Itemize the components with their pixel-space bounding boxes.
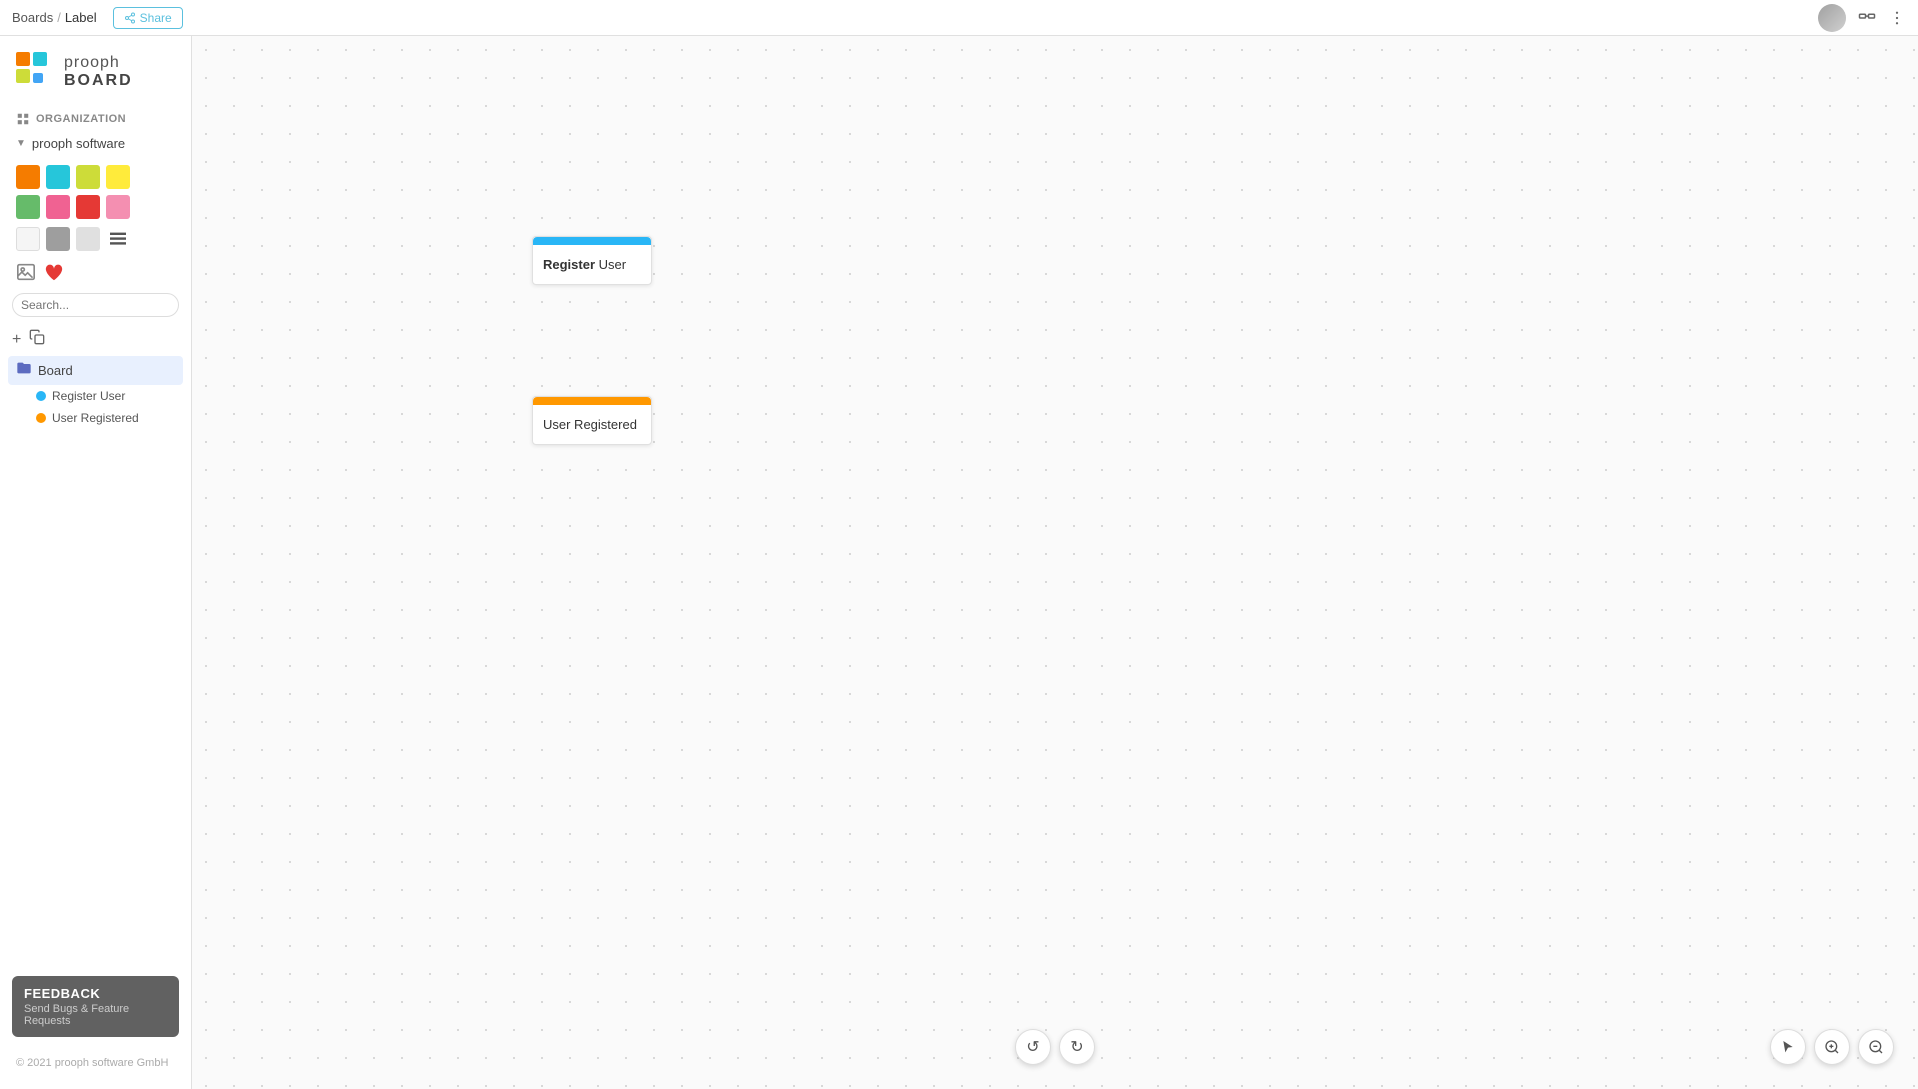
board-child-label-register: Register User <box>52 389 125 403</box>
zoom-in-button[interactable] <box>1814 1029 1850 1065</box>
tool-row <box>0 259 191 289</box>
feedback-title: FEEDBACK <box>24 986 167 1001</box>
folder-icon <box>16 360 32 381</box>
share-label: Share <box>140 11 172 25</box>
redo-button[interactable]: ↻ <box>1059 1029 1095 1065</box>
breadcrumb: Boards / Label <box>12 10 97 25</box>
undo-button[interactable]: ↺ <box>1015 1029 1051 1065</box>
color-swatch-light-grey[interactable] <box>76 227 100 251</box>
logo-prooph: prooph <box>64 54 133 72</box>
zoom-out-button[interactable] <box>1858 1029 1894 1065</box>
sidebar-actions: + <box>0 325 191 354</box>
zoom-out-icon <box>1868 1039 1884 1055</box>
card-text-bold: Register <box>543 257 595 272</box>
canvas-area[interactable]: Register User User Registered ↺ ↻ <box>192 36 1918 1089</box>
color-swatch-grey[interactable] <box>46 227 70 251</box>
org-icon <box>16 112 30 126</box>
card-text-normal: User <box>595 257 626 272</box>
bottom-right-toolbar <box>1770 1029 1894 1065</box>
list-style-button[interactable] <box>110 227 126 251</box>
color-palette <box>0 157 191 227</box>
logo-area: prooph BOARD <box>0 36 191 104</box>
image-tool-button[interactable] <box>16 263 36 281</box>
favorite-button[interactable] <box>44 263 64 281</box>
connection-icon-button[interactable] <box>1858 9 1876 27</box>
color-swatch-teal[interactable] <box>46 165 70 189</box>
sidebar: prooph BOARD ORGANIZATION ▼ prooph softw… <box>0 36 192 1089</box>
copy-item-button[interactable] <box>29 329 45 350</box>
color-swatch-white[interactable] <box>16 227 40 251</box>
board-child-user-registered[interactable]: User Registered <box>8 407 183 429</box>
feedback-section[interactable]: FEEDBACK Send Bugs & Feature Requests <box>12 976 179 1037</box>
breadcrumb-separator: / <box>57 10 61 25</box>
color-swatch-green[interactable] <box>16 195 40 219</box>
dot-orange <box>36 413 46 423</box>
share-button[interactable]: Share <box>113 7 183 29</box>
logo-text: prooph BOARD <box>64 54 133 89</box>
copy-icon <box>29 329 45 345</box>
main-layout: prooph BOARD ORGANIZATION ▼ prooph softw… <box>0 36 1918 1089</box>
more-options-icon <box>1888 9 1906 27</box>
search-input[interactable] <box>21 298 176 312</box>
chevron-down-icon: ▼ <box>16 138 26 149</box>
logo-board: BOARD <box>64 72 133 90</box>
card-body-user-registered: User Registered <box>533 405 651 444</box>
card-body-register: Register User <box>533 245 651 284</box>
org-section: ORGANIZATION <box>0 104 191 130</box>
cursor-tool-button[interactable] <box>1770 1029 1806 1065</box>
org-item[interactable]: ▼ prooph software <box>0 130 191 157</box>
color-swatch-orange[interactable] <box>16 165 40 189</box>
card-user-registered[interactable]: User Registered <box>532 396 652 445</box>
card-register-user[interactable]: Register User <box>532 236 652 285</box>
color-swatch-red[interactable] <box>76 195 100 219</box>
card-top-bar-orange <box>533 397 651 405</box>
color-swatch-light-pink[interactable] <box>106 195 130 219</box>
search-area <box>0 289 191 325</box>
breadcrumb-boards[interactable]: Boards <box>12 10 53 25</box>
zoom-in-icon <box>1824 1039 1840 1055</box>
folder-icon-svg <box>16 360 32 376</box>
share-icon <box>124 12 136 24</box>
dot-blue <box>36 391 46 401</box>
board-item[interactable]: Board <box>8 356 183 385</box>
color-swatch-yellow[interactable] <box>106 165 130 189</box>
color-swatch-pink[interactable] <box>46 195 70 219</box>
image-icon <box>16 263 36 281</box>
avatar[interactable] <box>1818 4 1846 32</box>
cursor-icon <box>1780 1039 1796 1055</box>
more-options-button[interactable] <box>1888 9 1906 27</box>
divider-tools <box>0 227 191 259</box>
list-icon <box>110 232 126 246</box>
bottom-toolbar: ↺ ↻ <box>1015 1029 1095 1065</box>
logo-icon <box>16 52 56 92</box>
copyright: © 2021 prooph software GmbH <box>0 1049 191 1077</box>
org-label: ORGANIZATION <box>36 113 126 125</box>
add-item-button[interactable]: + <box>12 331 21 349</box>
board-child-label-user-registered: User Registered <box>52 411 139 425</box>
breadcrumb-current-page: Label <box>65 10 97 25</box>
board-label: Board <box>38 363 73 378</box>
board-child-register[interactable]: Register User <box>8 385 183 407</box>
heart-icon <box>44 263 64 281</box>
connection-icon <box>1858 9 1876 27</box>
header-right <box>1818 4 1906 32</box>
board-tree: Board Register User User Registered <box>0 354 191 431</box>
card-text-user-registered: User Registered <box>543 417 637 432</box>
top-header: Boards / Label Share <box>0 0 1918 36</box>
card-top-bar-blue <box>533 237 651 245</box>
color-swatch-lime[interactable] <box>76 165 100 189</box>
search-box <box>12 293 179 317</box>
feedback-subtitle: Send Bugs & Feature Requests <box>24 1003 167 1027</box>
org-name: prooph software <box>32 136 125 151</box>
